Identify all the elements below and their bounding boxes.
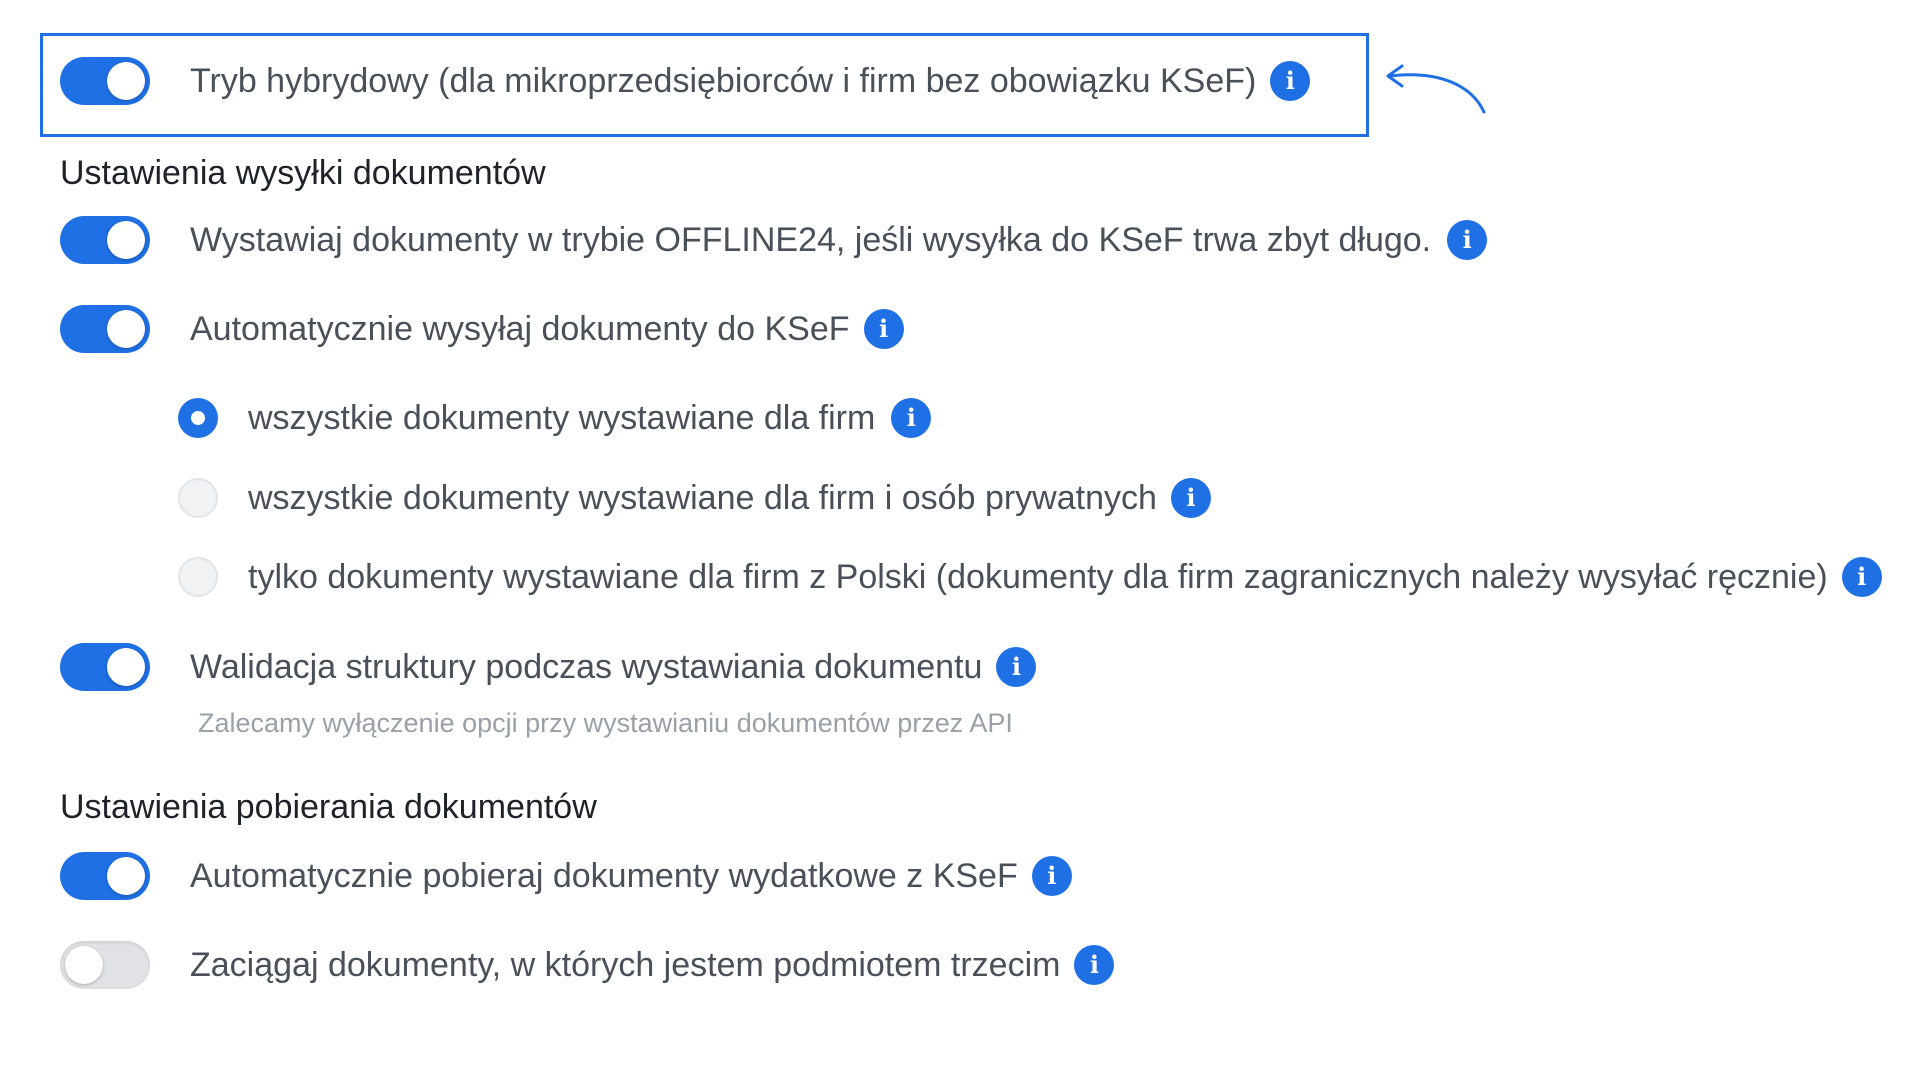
offline24-row: Wystawiaj dokumenty w trybie OFFLINE24, … bbox=[60, 216, 1488, 264]
offline24-label: Wystawiaj dokumenty w trybie OFFLINE24, … bbox=[190, 221, 1432, 259]
sending-settings-heading: Ustawienia wysyłki dokumentów bbox=[60, 154, 546, 192]
toggle-knob bbox=[65, 946, 103, 984]
auto-send-option-2[interactable]: wszystkie dokumenty wystawiane dla firm … bbox=[178, 478, 1211, 518]
auto-fetch-toggle[interactable] bbox=[60, 852, 150, 900]
info-icon[interactable]: i bbox=[1074, 945, 1115, 985]
toggle-knob bbox=[107, 62, 145, 100]
radio-button-selected[interactable] bbox=[178, 398, 218, 438]
info-icon[interactable]: i bbox=[1841, 557, 1882, 597]
auto-send-label: Automatycznie wysyłaj dokumenty do KSeF bbox=[190, 310, 850, 348]
hybrid-mode-label: Tryb hybrydowy (dla mikroprzedsiębiorców… bbox=[190, 62, 1257, 100]
auto-send-option-1[interactable]: wszystkie dokumenty wystawiane dla firm … bbox=[178, 398, 932, 438]
info-icon[interactable]: i bbox=[863, 309, 904, 349]
validation-label: Walidacja struktury podczas wystawiania … bbox=[190, 648, 983, 686]
offline24-toggle[interactable] bbox=[60, 216, 150, 264]
auto-send-toggle[interactable] bbox=[60, 305, 150, 353]
hybrid-mode-row: Tryb hybrydowy (dla mikroprzedsiębiorców… bbox=[60, 57, 1311, 105]
radio-button[interactable] bbox=[178, 557, 218, 597]
info-icon[interactable]: i bbox=[1170, 478, 1211, 518]
info-icon[interactable]: i bbox=[1031, 856, 1072, 896]
toggle-knob bbox=[107, 857, 145, 895]
validation-hint: Zalecamy wyłączenie opcji przy wystawian… bbox=[198, 708, 1013, 738]
radio-option-label: wszystkie dokumenty wystawiane dla firm … bbox=[248, 479, 1157, 517]
third-party-toggle[interactable] bbox=[60, 941, 150, 989]
toggle-knob bbox=[107, 221, 145, 259]
info-icon[interactable]: i bbox=[1447, 220, 1488, 260]
auto-fetch-row: Automatycznie pobieraj dokumenty wydatko… bbox=[60, 852, 1072, 900]
info-icon[interactable]: i bbox=[996, 647, 1037, 687]
validation-toggle[interactable] bbox=[60, 643, 150, 691]
info-icon[interactable]: i bbox=[1270, 61, 1311, 101]
validation-row: Walidacja struktury podczas wystawiania … bbox=[60, 643, 1037, 691]
hybrid-mode-toggle[interactable] bbox=[60, 57, 150, 105]
receiving-settings-heading: Ustawienia pobierania dokumentów bbox=[60, 788, 597, 826]
info-icon[interactable]: i bbox=[891, 398, 932, 438]
toggle-knob bbox=[107, 648, 145, 686]
radio-button[interactable] bbox=[178, 478, 218, 518]
auto-send-option-3[interactable]: tylko dokumenty wystawiane dla firm z Po… bbox=[178, 557, 1882, 597]
auto-fetch-label: Automatycznie pobieraj dokumenty wydatko… bbox=[190, 857, 1018, 895]
third-party-label: Zaciągaj dokumenty, w których jestem pod… bbox=[190, 946, 1061, 984]
radio-option-label: wszystkie dokumenty wystawiane dla firm bbox=[248, 399, 876, 437]
radio-option-label: tylko dokumenty wystawiane dla firm z Po… bbox=[248, 558, 1828, 596]
pointer-arrow-icon bbox=[1386, 64, 1486, 114]
toggle-knob bbox=[107, 310, 145, 348]
auto-send-row: Automatycznie wysyłaj dokumenty do KSeF … bbox=[60, 305, 904, 353]
third-party-row: Zaciągaj dokumenty, w których jestem pod… bbox=[60, 941, 1115, 989]
